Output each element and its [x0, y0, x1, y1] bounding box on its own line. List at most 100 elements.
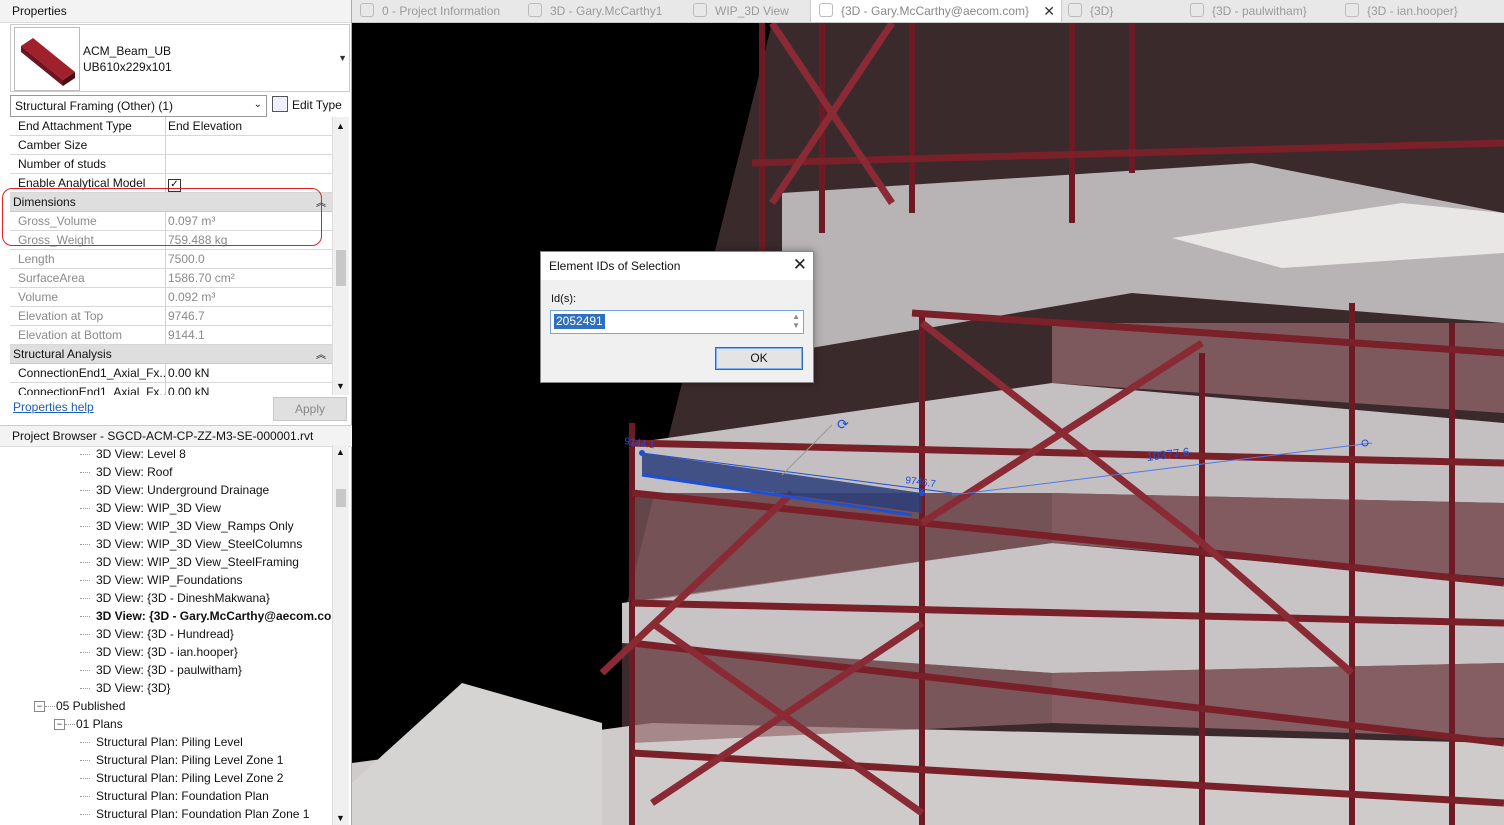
- scroll-up-icon[interactable]: ▲: [336, 447, 345, 457]
- browser-item[interactable]: 3D View: {3D - Gary.McCarthy@aecom.com}: [0, 607, 332, 625]
- collapse-toggle-icon[interactable]: −: [54, 719, 65, 730]
- view-3d-icon: [1068, 3, 1082, 17]
- edit-type-label: Edit Type: [292, 98, 342, 112]
- browser-item[interactable]: Structural Plan: Foundation Plan Zone 1: [0, 805, 332, 823]
- scroll-thumb[interactable]: [336, 250, 346, 286]
- browser-item-label: 05 Published: [56, 699, 126, 713]
- browser-item-label: 3D View: Roof: [96, 465, 173, 479]
- property-key: Elevation at Bottom: [18, 328, 123, 342]
- view-tab[interactable]: WIP_3D View: [685, 0, 805, 22]
- browser-item[interactable]: 3D View: Underground Drainage: [0, 481, 332, 499]
- property-key: SurfaceArea: [18, 271, 85, 285]
- project-browser-scrollbar[interactable]: ▲ ▼: [332, 445, 349, 825]
- browser-item[interactable]: −05 Published: [0, 697, 332, 715]
- view-tab[interactable]: {3D - Gary.McCarthy@aecom.com} ✕: [810, 0, 1062, 22]
- browser-item[interactable]: 3D View: {3D - Hundread}: [0, 625, 332, 643]
- view-tabs: 0 - Project Information 3D - Gary.McCarth…: [352, 0, 1504, 23]
- property-group-label: Structural Analysis: [13, 347, 112, 361]
- type-selector[interactable]: ACM_Beam_UB UB610x229x101 ▼: [10, 24, 350, 92]
- property-row[interactable]: End Attachment Type End Elevation: [10, 117, 332, 136]
- view-3d-icon: [1190, 3, 1204, 17]
- collapse-toggle-icon[interactable]: −: [34, 701, 45, 712]
- chevron-down-icon: ⌄: [253, 99, 262, 110]
- property-value[interactable]: 0.00 kN: [168, 385, 209, 395]
- property-row[interactable]: ConnectionEnd1_Axial_Fx... 0.00 kN: [10, 364, 332, 383]
- ids-input[interactable]: 2052491 ▲ ▼: [550, 310, 804, 334]
- browser-item[interactable]: 3D View: {3D - paulwitham}: [0, 661, 332, 679]
- property-row[interactable]: Camber Size: [10, 136, 332, 155]
- browser-item-label: 3D View: WIP_3D View: [96, 501, 221, 515]
- browser-item[interactable]: Structural Plan: Piling Level: [0, 733, 332, 751]
- dropdown-arrow-icon[interactable]: ▼: [338, 53, 347, 63]
- view-tab-label: WIP_3D View: [715, 4, 789, 18]
- view-tab[interactable]: {3D - paulwitham}: [1182, 0, 1322, 22]
- scroll-thumb[interactable]: [336, 489, 346, 507]
- property-value: 9746.7: [168, 309, 205, 323]
- elevation-start-label[interactable]: 9144.1: [624, 436, 656, 451]
- browser-item[interactable]: Structural Plan: Foundation Plan: [0, 787, 332, 805]
- property-key: Volume: [18, 290, 59, 304]
- browser-item[interactable]: 3D View: WIP_3D View: [0, 499, 332, 517]
- browser-item-label: Structural Plan: Foundation Plan: [96, 789, 269, 803]
- rotate-gizmo-icon[interactable]: ⟳: [837, 417, 849, 433]
- browser-item[interactable]: 3D View: WIP_3D View_SteelColumns: [0, 535, 332, 553]
- browser-item-label: 01 Plans: [76, 717, 123, 731]
- property-row[interactable]: Number of studs: [10, 155, 332, 174]
- browser-item-label: 3D View: Level 8: [96, 447, 186, 461]
- properties-grid: End Attachment Type End Elevation Camber S…: [10, 117, 332, 395]
- property-row[interactable]: ConnectionEnd1_Axial_Fx... 0.00 kN: [10, 383, 332, 395]
- 3d-model-scene[interactable]: ⟳ 10377.6 9144.1 9746.7: [352, 23, 1504, 825]
- property-value[interactable]: End Elevation: [168, 119, 242, 133]
- scroll-up-icon[interactable]: ▲: [336, 121, 345, 131]
- element-ids-dialog: Element IDs of Selection ✕ Id(s): 205249…: [540, 251, 814, 383]
- browser-item-label: Structural Plan: Piling Level Zone 1: [96, 753, 284, 767]
- view-3d-icon: [1345, 3, 1359, 17]
- browser-item[interactable]: Structural Plan: Piling Level Zone 2: [0, 769, 332, 787]
- view-tab[interactable]: 0 - Project Information: [352, 0, 512, 22]
- properties-scrollbar[interactable]: ▲ ▼: [332, 117, 349, 395]
- property-group-header[interactable]: Structural Analysis ︽: [10, 345, 332, 364]
- properties-help-link[interactable]: Properties help: [13, 400, 94, 414]
- browser-item[interactable]: 3D View: {3D - DineshMakwana}: [0, 589, 332, 607]
- property-key: Length: [18, 252, 55, 266]
- close-icon[interactable]: ✕: [793, 255, 807, 275]
- browser-item[interactable]: 3D View: WIP_3D View_SteelFraming: [0, 553, 332, 571]
- ids-label: Id(s):: [551, 293, 577, 305]
- scroll-down-icon[interactable]: ▼: [336, 381, 345, 391]
- 3d-viewport[interactable]: ⟳ 10377.6 9144.1 9746.7: [352, 23, 1504, 825]
- browser-item[interactable]: 3D View: WIP_3D View_Ramps Only: [0, 517, 332, 535]
- view-tab-label: {3D}: [1090, 4, 1114, 18]
- browser-item[interactable]: Structural Plan: Piling Level Zone 1: [0, 751, 332, 769]
- view-tab[interactable]: {3D - ian.hooper}: [1337, 0, 1487, 22]
- view-tab[interactable]: 3D - Gary.McCarthy1: [520, 0, 680, 22]
- browser-item-label: 3D View: {3D - Hundread}: [96, 627, 234, 641]
- category-selector[interactable]: Structural Framing (Other) (1) ⌄: [10, 95, 267, 117]
- collapse-chevron-icon[interactable]: ︽: [316, 346, 326, 361]
- view-3d-icon: [693, 3, 707, 17]
- browser-item[interactable]: 3D View: {3D - ian.hooper}: [0, 643, 332, 661]
- red-highlight-annotation: [2, 188, 322, 246]
- property-key: ConnectionEnd1_Axial_Fx...: [18, 385, 166, 395]
- ids-value[interactable]: 2052491: [554, 314, 605, 329]
- type-family: ACM_Beam_UB: [83, 44, 172, 58]
- edit-type-button[interactable]: Edit Type: [272, 96, 342, 114]
- view-tab[interactable]: {3D}: [1060, 0, 1170, 22]
- spin-down-icon[interactable]: ▼: [792, 321, 800, 330]
- ok-button[interactable]: OK: [715, 347, 803, 370]
- property-key: Number of studs: [18, 157, 107, 171]
- close-tab-icon[interactable]: ✕: [1043, 0, 1055, 22]
- browser-item[interactable]: 3D View: Roof: [0, 463, 332, 481]
- browser-item[interactable]: 3D View: {3D}: [0, 679, 332, 697]
- property-value[interactable]: 0.00 kN: [168, 366, 209, 380]
- browser-item[interactable]: 3D View: Level 8: [0, 445, 332, 463]
- property-key: End Attachment Type: [18, 119, 132, 133]
- category-selector-label: Structural Framing (Other) (1): [15, 99, 174, 113]
- left-panel: Properties ACM_Beam_UB UB610x229x101 ▼ S…: [0, 0, 362, 825]
- browser-item-label: 3D View: WIP_Foundations: [96, 573, 243, 587]
- browser-item[interactable]: 3D View: WIP_Foundations: [0, 571, 332, 589]
- browser-item[interactable]: −01 Plans: [0, 715, 332, 733]
- apply-button[interactable]: Apply: [273, 397, 347, 421]
- browser-item-label: 3D View: {3D - DineshMakwana}: [96, 591, 270, 605]
- spin-up-icon[interactable]: ▲: [792, 312, 800, 321]
- scroll-down-icon[interactable]: ▼: [336, 813, 345, 823]
